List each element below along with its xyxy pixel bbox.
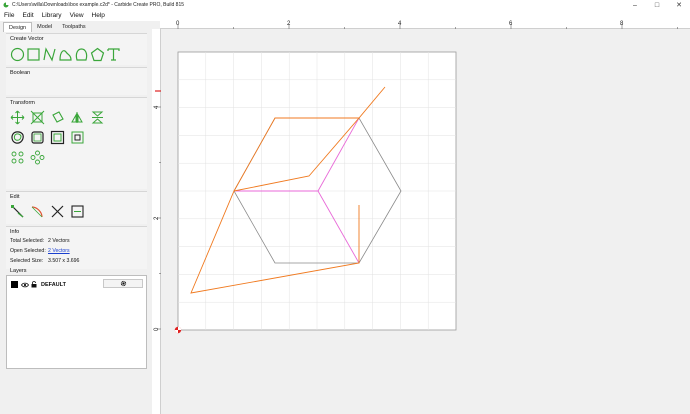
edit-title: Edit [10, 194, 20, 200]
menu-view[interactable]: View [70, 12, 84, 19]
canvas-drawing[interactable] [161, 29, 690, 414]
edit-section: Edit [6, 191, 147, 224]
create-vector-section: Create Vector [6, 33, 147, 65]
vertical-ruler: 4 2 0 [152, 29, 161, 414]
text-tool-icon[interactable] [106, 47, 121, 62]
ungroup-icon[interactable] [50, 130, 65, 145]
boolean-title: Boolean [10, 70, 31, 76]
mirror-vertical-icon[interactable] [90, 110, 105, 125]
design-canvas[interactable] [161, 29, 690, 414]
group-icon[interactable] [30, 130, 45, 145]
polyline-tool-icon[interactable] [58, 47, 73, 62]
left-panel: Design Model Toolpaths Create Vector Boo… [0, 21, 152, 414]
join-icon[interactable] [70, 204, 85, 219]
polygon-tool-icon[interactable] [90, 47, 105, 62]
v-ruler-label-0: 0 [154, 327, 160, 331]
layers-list: DEFAULT [6, 275, 147, 369]
move-icon[interactable] [10, 110, 25, 125]
maximize-icon[interactable]: □ [646, 0, 668, 10]
transform-section: Transform [6, 97, 147, 189]
menu-library[interactable]: Library [42, 12, 62, 19]
close-icon[interactable]: ✕ [668, 0, 690, 10]
open-selected-link[interactable]: 2 Vectors [48, 248, 70, 254]
scale-icon[interactable] [30, 110, 45, 125]
tab-model[interactable]: Model [32, 22, 57, 32]
gear-icon [120, 280, 126, 287]
selected-size-row: Selected Size: 3.507 x 3.696 [10, 258, 79, 264]
info-section: Info Total Selected: 2 Vectors Open Sele… [6, 226, 147, 269]
mirror-horizontal-icon[interactable] [70, 110, 85, 125]
layer-name: DEFAULT [41, 281, 66, 288]
total-selected-value: 2 Vectors [48, 238, 70, 244]
trim-icon[interactable] [50, 204, 65, 219]
menu-edit[interactable]: Edit [22, 12, 33, 19]
transform-title: Transform [10, 100, 35, 106]
selected-size-label: Selected Size: [10, 258, 44, 264]
fillet-icon[interactable] [30, 204, 45, 219]
horizontal-ruler: 0 2 4 6 8 [160, 17, 690, 30]
info-title: Info [10, 229, 20, 235]
offset-icon[interactable] [10, 130, 25, 145]
minimize-icon[interactable]: – [624, 0, 646, 10]
oval-tool-icon[interactable] [74, 47, 89, 62]
app-window: C:\Users\willa\Downloads\box example.c2d… [0, 0, 690, 414]
origin-icon [174, 326, 182, 334]
open-selected-label: Open Selected: [10, 248, 46, 254]
layer-settings-button[interactable] [103, 279, 143, 288]
vertical-ruler-ticks: 4 2 0 [154, 90, 161, 331]
array-circles-icon[interactable] [10, 150, 25, 165]
tab-bar: Design Model Toolpaths [3, 22, 91, 32]
h-ruler-label-4: 4 [398, 21, 402, 27]
h-ruler-label-0: 0 [176, 21, 180, 27]
h-ruler-label-2: 2 [287, 21, 291, 27]
curve-tool-icon[interactable] [42, 47, 57, 62]
circle-tool-icon[interactable] [10, 47, 25, 62]
circular-array-icon[interactable] [30, 150, 45, 165]
total-selected-label: Total Selected: [10, 238, 45, 244]
lock-icon[interactable] [31, 281, 37, 288]
eye-icon[interactable] [21, 282, 29, 288]
boolean-section: Boolean [6, 67, 147, 95]
rectangle-tool-icon[interactable] [26, 47, 41, 62]
h-ruler-label-6: 6 [509, 21, 513, 27]
window-controls: – □ ✕ [624, 0, 690, 10]
tab-toolpaths[interactable]: Toolpaths [57, 22, 91, 32]
menu-file[interactable]: File [4, 12, 14, 19]
selected-size-value: 3.507 x 3.696 [48, 258, 80, 264]
open-selected-row: Open Selected: 2 Vectors [10, 248, 70, 254]
window-title: C:\Users\willa\Downloads\box example.c2d… [12, 2, 185, 8]
app-logo-icon [3, 2, 9, 8]
v-ruler-label-2: 2 [154, 216, 160, 220]
rotate-icon[interactable] [50, 110, 65, 125]
v-ruler-label-4: 4 [154, 105, 160, 109]
h-ruler-label-8: 8 [620, 21, 624, 27]
layers-title: Layers [10, 268, 27, 274]
total-selected-row: Total Selected: 2 Vectors [10, 238, 70, 244]
align-icon[interactable] [70, 130, 85, 145]
layer-row-default[interactable]: DEFAULT [11, 280, 66, 289]
create-vector-title: Create Vector [10, 36, 44, 42]
menu-help[interactable]: Help [92, 12, 105, 19]
layer-color-swatch[interactable] [11, 281, 18, 288]
title-bar: C:\Users\willa\Downloads\box example.c2d… [0, 0, 690, 10]
node-edit-icon[interactable] [10, 204, 25, 219]
tab-design[interactable]: Design [3, 22, 33, 32]
